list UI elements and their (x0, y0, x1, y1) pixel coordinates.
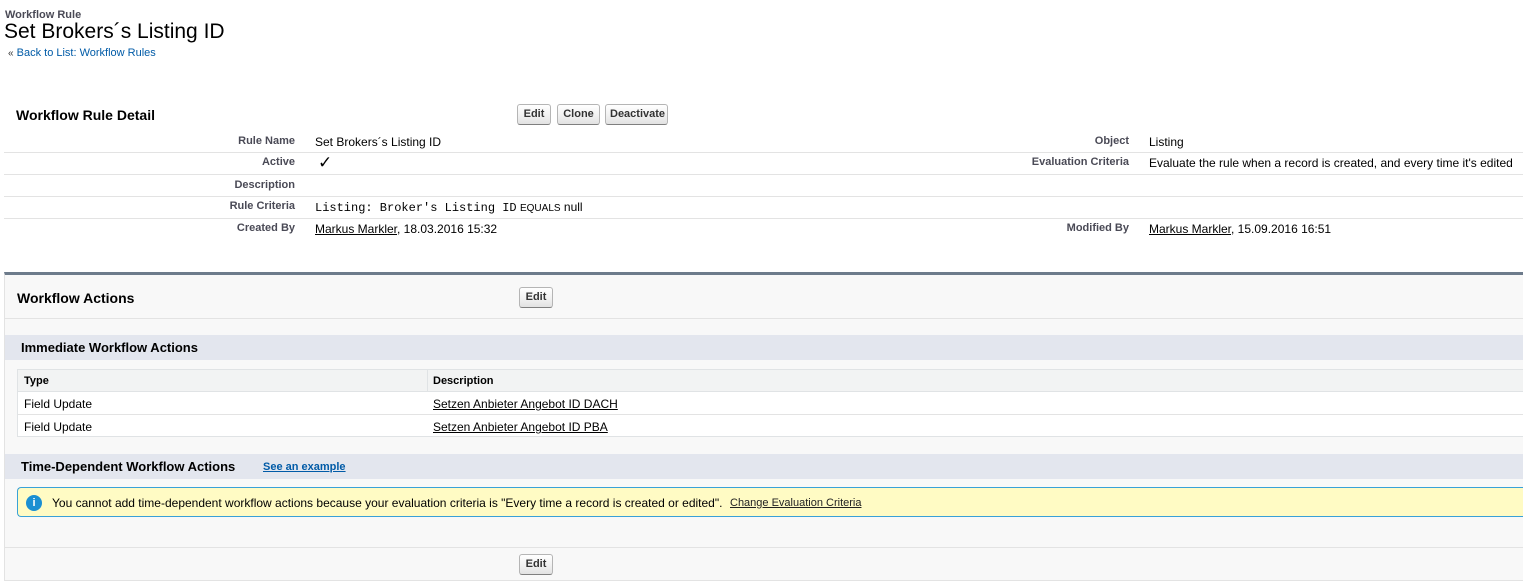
table-row: Field Update Setzen Anbieter Angebot ID … (18, 392, 1523, 415)
rule-name-label: Rule Name (238, 135, 295, 147)
actions-header-divider (5, 318, 1523, 319)
clone-button[interactable]: Clone (557, 104, 600, 125)
back-to-list-link[interactable]: Back to List: Workflow Rules (17, 47, 156, 59)
created-by-value: Markus Markler, 18.03.2016 15:32 (315, 222, 497, 236)
row-type: Field Update (24, 397, 93, 411)
modified-by-user-link[interactable]: Markus Markler (1149, 222, 1231, 236)
table-row: Field Update Setzen Anbieter Angebot ID … (18, 415, 1523, 437)
see-example-link[interactable]: See an example (263, 461, 346, 473)
description-label: Description (234, 179, 295, 191)
field-update-link[interactable]: Setzen Anbieter Angebot ID DACH (433, 397, 618, 411)
back-link[interactable]: « Back to List: Workflow Rules (8, 47, 156, 59)
detail-title: Workflow Rule Detail (16, 107, 155, 123)
row-divider (4, 152, 1523, 153)
workflow-actions-section: Workflow Actions Edit Immediate Workflow… (4, 272, 1523, 581)
table-header-row: Type Description (18, 370, 1523, 392)
active-checkmark-icon: ✓ (318, 153, 333, 172)
criteria-operator: EQUALS (519, 203, 561, 214)
rule-criteria-value: Listing: Broker's Listing ID EQUALS null (315, 200, 583, 215)
created-by-label: Created By (236, 222, 295, 234)
edit-button[interactable]: Edit (517, 104, 551, 125)
bottom-divider (5, 547, 1523, 548)
evaluation-criteria-label: Evaluation Criteria (1031, 156, 1129, 168)
info-message-text: You cannot add time-dependent workflow a… (52, 496, 723, 510)
back-arrow-icon: « (8, 48, 14, 59)
row-divider (4, 196, 1523, 197)
immediate-actions-table: Type Description Field Update Setzen Anb… (17, 369, 1523, 437)
field-update-link[interactable]: Setzen Anbieter Angebot ID PBA (433, 420, 608, 434)
modified-by-date: , 15.09.2016 16:51 (1231, 222, 1332, 236)
immediate-actions-title: Immediate Workflow Actions (21, 340, 198, 355)
active-label: Active (261, 156, 295, 168)
bottom-edit-button[interactable]: Edit (519, 554, 553, 575)
change-evaluation-criteria-link[interactable]: Change Evaluation Criteria (730, 497, 861, 509)
deactivate-button[interactable]: Deactivate (605, 104, 668, 125)
time-dependent-title: Time-Dependent Workflow Actions (21, 459, 236, 474)
modified-by-label: Modified By (1066, 222, 1129, 234)
page-title: Set Brokers´s Listing ID (4, 20, 225, 43)
rule-name-value: Set Brokers´s Listing ID (315, 135, 442, 149)
criteria-value: null (563, 200, 583, 214)
workflow-actions-title: Workflow Actions (17, 290, 135, 306)
description-column-header: Description (433, 375, 494, 387)
row-type: Field Update (24, 420, 93, 434)
time-dependent-header: Time-Dependent Workflow Actions See an e… (5, 454, 1523, 479)
info-icon: i (26, 495, 42, 511)
info-message-box: i You cannot add time-dependent workflow… (17, 487, 1523, 517)
row-divider (4, 218, 1523, 219)
detail-section: Workflow Rule Detail Edit Clone Deactiva… (0, 100, 1523, 245)
rule-criteria-label: Rule Criteria (229, 200, 295, 212)
created-by-user-link[interactable]: Markus Markler (315, 222, 397, 236)
immediate-actions-header: Immediate Workflow Actions (5, 335, 1523, 360)
type-column-header: Type (24, 375, 49, 387)
row-divider (4, 174, 1523, 175)
evaluation-criteria-value: Evaluate the rule when a record is creat… (1149, 156, 1513, 170)
object-value: Listing (1149, 135, 1184, 149)
created-by-date: , 18.03.2016 15:32 (397, 222, 498, 236)
criteria-field: Listing: Broker's Listing ID (315, 201, 517, 215)
actions-edit-button[interactable]: Edit (519, 287, 553, 308)
modified-by-value: Markus Markler, 15.09.2016 16:51 (1149, 222, 1331, 236)
object-label: Object (1094, 135, 1129, 147)
column-divider (427, 370, 428, 392)
